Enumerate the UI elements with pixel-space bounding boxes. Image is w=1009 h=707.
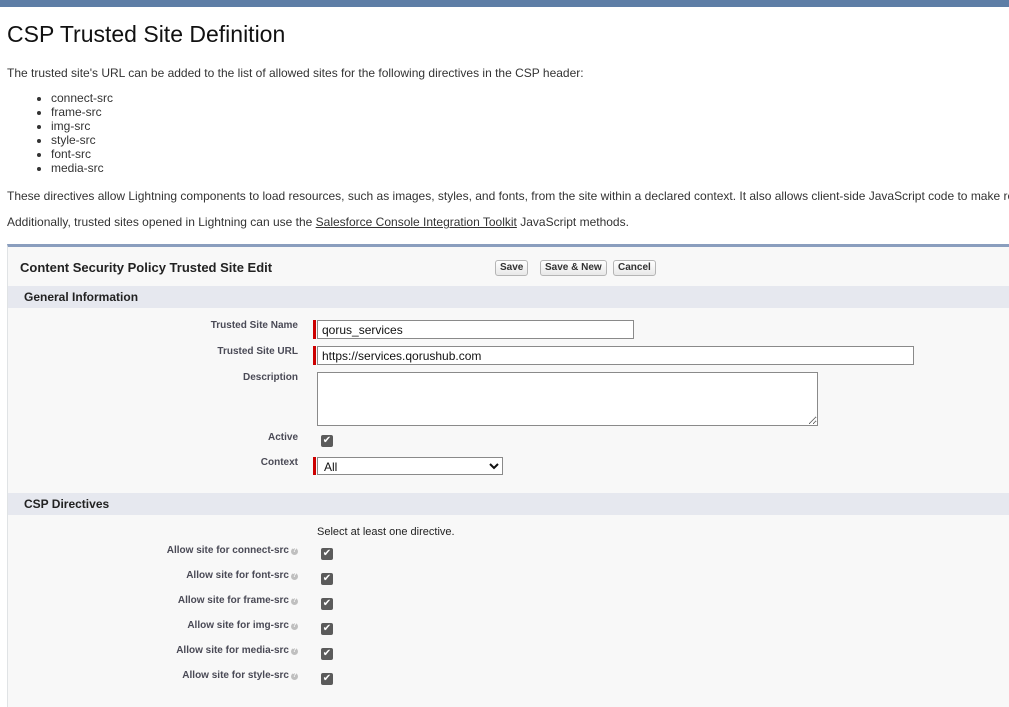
general-section-header: General Information xyxy=(8,286,1009,308)
toolkit-note: Additionally, trusted sites opened in Li… xyxy=(7,215,629,229)
required-indicator xyxy=(313,457,316,475)
frame-src-label-text: Allow site for frame-src xyxy=(177,595,289,606)
required-indicator xyxy=(313,346,316,365)
console-toolkit-link[interactable]: Salesforce Console Integration Toolkit xyxy=(316,215,517,229)
connect-src-label-text: Allow site for connect-src xyxy=(166,545,289,556)
panel-header: Content Security Policy Trusted Site Edi… xyxy=(8,247,1009,285)
active-label: Active xyxy=(267,432,298,443)
help-icon[interactable]: ? xyxy=(291,673,298,680)
context-select[interactable]: All xyxy=(317,457,503,475)
context-label: Context xyxy=(260,457,298,468)
style-src-label: Allow site for style-src? xyxy=(182,670,298,681)
toolkit-note-prefix: Additionally, trusted sites opened in Li… xyxy=(7,215,316,229)
trusted-site-url-label: Trusted Site URL xyxy=(217,346,298,357)
help-icon[interactable]: ? xyxy=(291,573,298,580)
list-item: connect-src xyxy=(51,91,113,105)
intro-text: The trusted site's URL can be added to t… xyxy=(7,66,584,80)
media-src-label-text: Allow site for media-src xyxy=(176,645,289,656)
font-src-checkbox[interactable]: ✔ xyxy=(321,573,333,585)
trusted-site-name-label: Trusted Site Name xyxy=(210,320,298,331)
csp-section-title: CSP Directives xyxy=(24,497,110,511)
img-src-label-text: Allow site for img-src xyxy=(187,620,289,631)
list-item: font-src xyxy=(51,147,113,161)
help-icon[interactable]: ? xyxy=(291,548,298,555)
save-button[interactable]: Save xyxy=(495,260,529,276)
list-item: frame-src xyxy=(51,105,113,119)
required-indicator xyxy=(313,320,316,339)
cancel-button[interactable]: Cancel xyxy=(613,260,656,276)
header-band xyxy=(0,0,1009,7)
connect-src-label: Allow site for connect-src? xyxy=(167,545,298,556)
connect-src-checkbox[interactable]: ✔ xyxy=(321,548,333,560)
list-item: img-src xyxy=(51,119,113,133)
trusted-site-url-input[interactable] xyxy=(317,346,914,365)
csp-section-header: CSP Directives xyxy=(8,493,1009,515)
style-src-label-text: Allow site for style-src xyxy=(182,670,289,681)
list-item: style-src xyxy=(51,133,113,147)
page-title: CSP Trusted Site Definition xyxy=(7,21,286,47)
description-label: Description xyxy=(242,372,298,383)
img-src-checkbox[interactable]: ✔ xyxy=(321,623,333,635)
save-new-button[interactable]: Save & New xyxy=(540,260,607,276)
list-item: media-src xyxy=(51,161,113,175)
media-src-label: Allow site for media-src? xyxy=(176,645,298,656)
font-src-label-text: Allow site for font-src xyxy=(186,570,289,581)
help-icon[interactable]: ? xyxy=(291,623,298,630)
directives-description: These directives allow Lightning compone… xyxy=(7,189,1009,203)
directive-list: connect-src frame-src img-src style-src … xyxy=(33,91,113,175)
active-checkbox[interactable]: ✔ xyxy=(321,435,333,447)
directive-hint: Select at least one directive. xyxy=(317,526,455,538)
font-src-label: Allow site for font-src? xyxy=(186,570,298,581)
frame-src-checkbox[interactable]: ✔ xyxy=(321,598,333,610)
description-field[interactable] xyxy=(317,372,818,426)
general-section-title: General Information xyxy=(24,290,139,304)
frame-src-label: Allow site for frame-src? xyxy=(178,595,298,606)
help-icon[interactable]: ? xyxy=(291,598,298,605)
media-src-checkbox[interactable]: ✔ xyxy=(321,648,333,660)
panel-title: Content Security Policy Trusted Site Edi… xyxy=(20,260,273,275)
img-src-label: Allow site for img-src? xyxy=(187,620,298,631)
help-icon[interactable]: ? xyxy=(291,648,298,655)
style-src-checkbox[interactable]: ✔ xyxy=(321,673,333,685)
edit-panel: Content Security Policy Trusted Site Edi… xyxy=(7,244,1009,707)
trusted-site-name-input[interactable] xyxy=(317,320,634,339)
toolkit-note-suffix: JavaScript methods. xyxy=(516,215,629,229)
